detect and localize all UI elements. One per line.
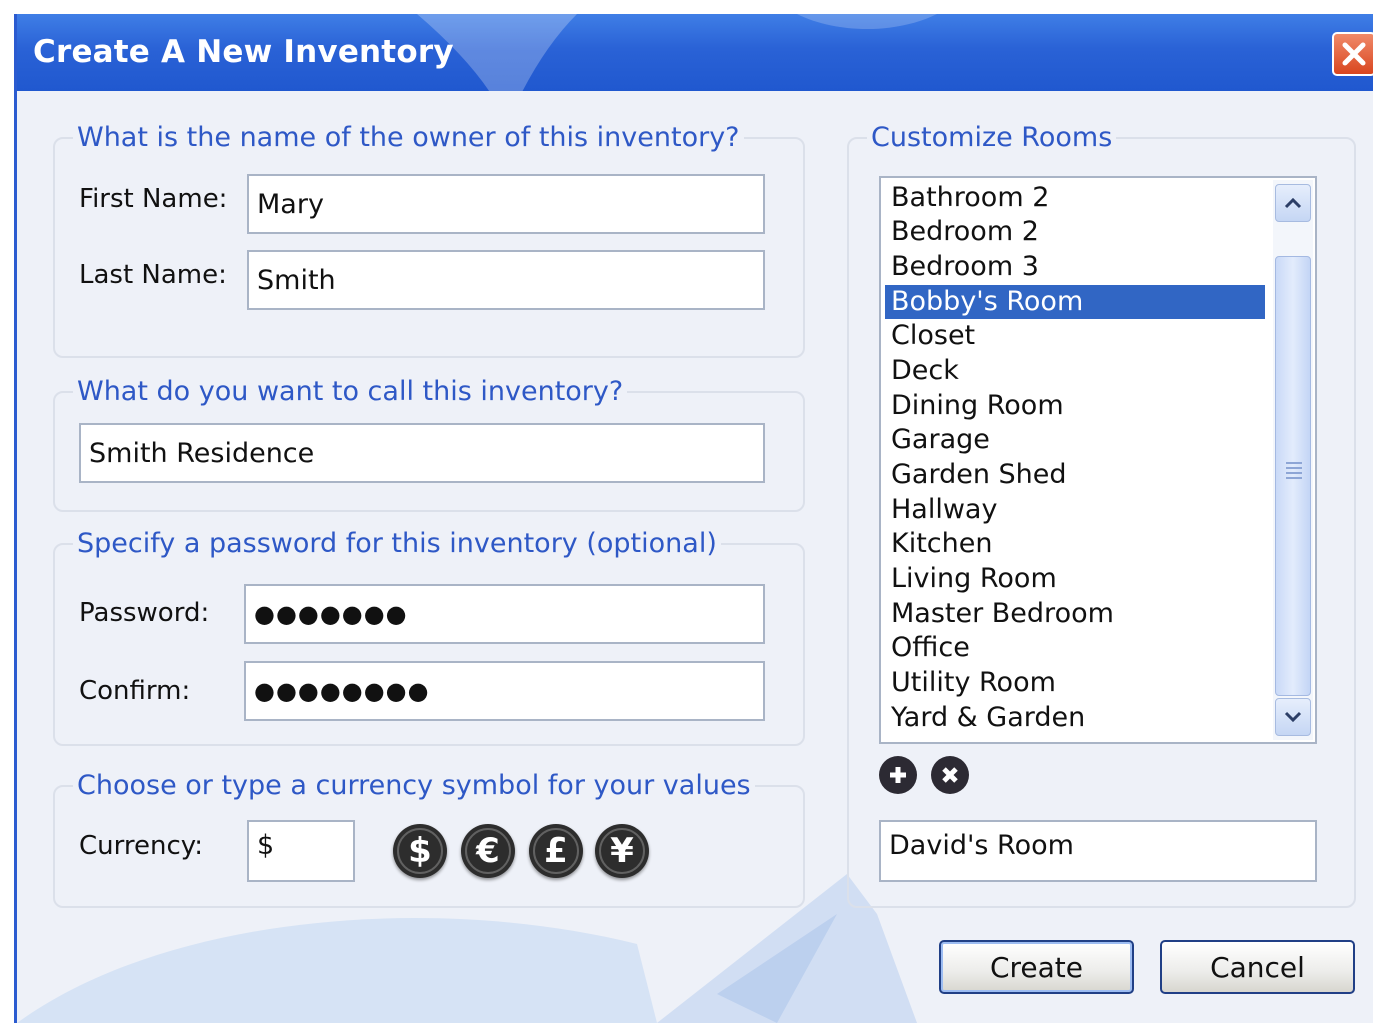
list-item[interactable]: Master Bedroom xyxy=(885,597,1265,631)
create-button[interactable]: Create xyxy=(939,940,1134,994)
close-icon xyxy=(1342,42,1366,66)
password-field[interactable]: ●●●●●●● xyxy=(244,584,765,644)
rooms-scrollbar[interactable] xyxy=(1273,180,1313,740)
cancel-button[interactable]: Cancel xyxy=(1160,940,1355,994)
yen-icon[interactable]: ¥ xyxy=(595,824,649,878)
last-name-field[interactable]: Smith xyxy=(247,250,765,310)
title-bar[interactable]: Create A New Inventory xyxy=(17,14,1373,91)
dollar-icon[interactable]: $ xyxy=(393,824,447,878)
list-item[interactable]: Kitchen xyxy=(885,527,1265,561)
chevron-up-icon xyxy=(1284,197,1302,209)
first-name-label: First Name: xyxy=(79,184,228,214)
list-item[interactable]: Hallway xyxy=(885,493,1265,527)
scroll-thumb[interactable] xyxy=(1275,256,1311,696)
dialog-window: Create A New Inventory What is the name … xyxy=(14,14,1373,1023)
close-button[interactable] xyxy=(1332,32,1373,76)
add-room-button[interactable] xyxy=(879,756,917,794)
list-item[interactable]: Deck xyxy=(885,354,1265,388)
list-item[interactable]: Bathroom 2 xyxy=(885,181,1265,215)
password-legend: Specify a password for this inventory (o… xyxy=(77,528,717,559)
first-name-field[interactable]: Mary xyxy=(247,174,765,234)
inventory-name-field[interactable]: Smith Residence xyxy=(79,423,765,483)
password-label: Password: xyxy=(79,598,210,628)
owner-group: What is the name of the owner of this in… xyxy=(53,122,805,358)
list-item[interactable]: Bedroom 2 xyxy=(885,215,1265,249)
inventory-name-legend: What do you want to call this inventory? xyxy=(77,376,624,407)
scroll-down-button[interactable] xyxy=(1275,698,1311,736)
chevron-down-icon xyxy=(1284,711,1302,723)
currency-field[interactable]: $ xyxy=(247,820,355,882)
list-item[interactable]: Garage xyxy=(885,423,1265,457)
scroll-up-button[interactable] xyxy=(1275,184,1311,222)
list-item-selected[interactable]: Bobby's Room xyxy=(885,285,1265,319)
list-item[interactable]: Utility Room xyxy=(885,666,1265,700)
confirm-label: Confirm: xyxy=(79,676,191,706)
window-title: Create A New Inventory xyxy=(33,34,454,70)
list-item[interactable]: Yard & Garden xyxy=(885,701,1265,735)
list-item[interactable]: Closet xyxy=(885,319,1265,353)
new-room-field[interactable]: David's Room xyxy=(879,820,1317,882)
last-name-label: Last Name: xyxy=(79,260,227,290)
list-item[interactable]: Living Room xyxy=(885,562,1265,596)
remove-icon xyxy=(942,767,958,783)
confirm-password-field[interactable]: ●●●●●●●● xyxy=(244,661,765,721)
rooms-listbox[interactable]: Bathroom 2 Bedroom 2 Bedroom 3 Bobby's R… xyxy=(879,176,1317,744)
list-item[interactable]: Garden Shed xyxy=(885,458,1265,492)
rooms-legend: Customize Rooms xyxy=(871,122,1113,153)
remove-room-button[interactable] xyxy=(931,756,969,794)
currency-legend: Choose or type a currency symbol for you… xyxy=(77,770,751,801)
scroll-grip-icon xyxy=(1286,462,1302,482)
pound-icon[interactable]: £ xyxy=(529,824,583,878)
list-item[interactable]: Office xyxy=(885,631,1265,665)
list-item[interactable]: Bedroom 3 xyxy=(885,250,1265,284)
owner-legend: What is the name of the owner of this in… xyxy=(77,122,740,153)
list-item[interactable]: Dining Room xyxy=(885,389,1265,423)
plus-icon xyxy=(890,767,906,783)
euro-icon[interactable]: € xyxy=(461,824,515,878)
currency-label: Currency: xyxy=(79,831,204,861)
